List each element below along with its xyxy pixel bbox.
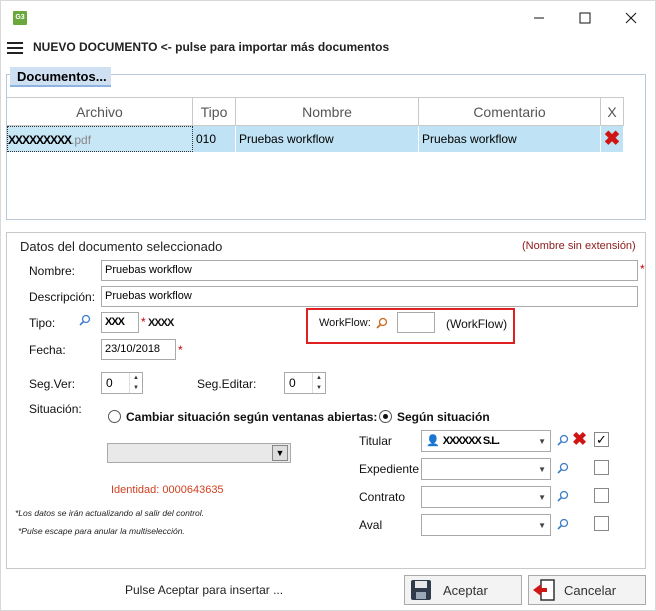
- stepper-arrows-icon[interactable]: ▲ ▼: [129, 373, 142, 393]
- expediente-checkbox[interactable]: [594, 460, 609, 475]
- chevron-down-icon[interactable]: ▼: [538, 465, 546, 474]
- contrato-label: Contrato: [359, 490, 406, 504]
- cancel-label: Cancelar: [564, 583, 617, 598]
- aval-checkbox[interactable]: [594, 516, 609, 531]
- aval-search-icon[interactable]: [557, 518, 569, 530]
- titular-label: Titular: [359, 434, 392, 448]
- tipo-label: Tipo:: [29, 316, 56, 330]
- column-header-tipo[interactable]: Tipo: [193, 97, 236, 126]
- descripcion-label: Descripción:: [29, 290, 96, 304]
- workflow-input[interactable]: [397, 312, 435, 333]
- page-title[interactable]: NUEVO DOCUMENTO <- pulse para importar m…: [33, 40, 389, 54]
- table-row[interactable]: XXXXXXXXX.pdf 010 Pruebas workflow Prueb…: [7, 126, 624, 152]
- titular-value: XXXXXX S.L.: [442, 435, 500, 447]
- save-icon: [411, 580, 431, 600]
- contrato-checkbox[interactable]: [594, 488, 609, 503]
- contrato-select[interactable]: ▼: [421, 486, 551, 508]
- footer-hint: Pulse Aceptar para insertar ...: [125, 583, 284, 597]
- titular-checkbox[interactable]: ✓: [594, 432, 609, 447]
- stepper-arrows-icon[interactable]: ▲ ▼: [312, 373, 325, 393]
- cell-archivo[interactable]: XXXXXXXXX.pdf: [7, 126, 193, 152]
- documents-grid: Archivo Tipo Nombre Comentario X XXXXXXX…: [7, 97, 624, 153]
- radio-segun-situacion-label[interactable]: Según situación: [397, 410, 490, 424]
- fecha-label: Fecha:: [29, 343, 66, 357]
- details-title: Datos del documento seleccionado: [20, 239, 223, 254]
- note-escape: *Pulse escape para anular la multiselecc…: [18, 526, 185, 536]
- accept-button[interactable]: Aceptar: [404, 575, 522, 605]
- close-window-button[interactable]: [608, 5, 654, 31]
- chevron-down-icon[interactable]: ▼: [538, 437, 546, 446]
- column-header-delete[interactable]: X: [601, 97, 624, 126]
- maximize-icon: [579, 12, 591, 24]
- workflow-search-icon[interactable]: [376, 317, 388, 329]
- column-header-comentario[interactable]: Comentario: [419, 97, 601, 126]
- nombre-input[interactable]: Pruebas workflow: [101, 260, 638, 281]
- segeditar-value: 0: [289, 376, 296, 390]
- radio-ventanas-abiertas[interactable]: [108, 410, 121, 423]
- segver-value: 0: [106, 376, 113, 390]
- delete-row-icon[interactable]: ✖: [601, 126, 624, 152]
- cell-nombre[interactable]: Pruebas workflow: [236, 126, 419, 152]
- identidad-text: Identidad: 0000643635: [111, 484, 224, 496]
- titular-search-icon[interactable]: [557, 434, 569, 446]
- required-marker: *: [141, 315, 146, 329]
- titular-clear-icon[interactable]: ✖: [572, 428, 587, 450]
- app-icon: G3: [13, 11, 27, 25]
- exit-door-icon: [533, 579, 555, 601]
- cell-comentario[interactable]: Pruebas workflow: [419, 126, 601, 152]
- archivo-name: XXXXXXXXX: [8, 133, 72, 147]
- situacion-select[interactable]: ▼: [107, 443, 291, 463]
- segeditar-stepper[interactable]: 0 ▲ ▼: [284, 372, 326, 394]
- expediente-search-icon[interactable]: [557, 462, 569, 474]
- required-marker: *: [178, 343, 183, 357]
- documents-panel-title: Documentos...: [10, 67, 111, 87]
- hamburger-menu-icon[interactable]: [7, 42, 23, 54]
- aval-select[interactable]: ▼: [421, 514, 551, 536]
- cancel-button[interactable]: Cancelar: [528, 575, 646, 605]
- workflow-label: WorkFlow:: [319, 317, 371, 329]
- accept-label: Aceptar: [443, 583, 488, 598]
- tipo-description: XXXX: [148, 317, 174, 329]
- tipo-search-icon[interactable]: [79, 314, 91, 326]
- maximize-button[interactable]: [562, 5, 608, 31]
- document-window: G3 NUEVO DOCUMENTO <- pulse para importa…: [0, 0, 656, 611]
- chevron-down-icon[interactable]: ▼: [538, 493, 546, 502]
- nombre-label: Nombre:: [29, 264, 76, 278]
- expediente-select[interactable]: ▼: [421, 458, 551, 480]
- titular-select[interactable]: 👤 XXXXXX S.L. ▼: [421, 430, 551, 452]
- descripcion-input[interactable]: Pruebas workflow: [101, 286, 638, 307]
- chevron-down-icon[interactable]: ▼: [272, 445, 288, 461]
- fecha-input[interactable]: 23/10/2018: [101, 339, 176, 360]
- close-icon: [625, 12, 637, 24]
- workflow-description: (WorkFlow): [446, 317, 508, 331]
- cell-tipo[interactable]: 010: [193, 126, 236, 152]
- minimize-icon: [534, 17, 544, 19]
- minimize-button[interactable]: [516, 5, 562, 31]
- tipo-code-input[interactable]: XXX: [101, 312, 139, 333]
- name-hint: (Nombre sin extensión): [522, 240, 636, 252]
- radio-ventanas-label[interactable]: Cambiar situación según ventanas abierta…: [126, 410, 377, 424]
- expediente-label: Expediente: [359, 462, 420, 476]
- aval-label: Aval: [359, 518, 383, 532]
- required-marker: *: [640, 262, 645, 276]
- archivo-extension: .pdf: [71, 133, 92, 147]
- column-header-archivo[interactable]: Archivo: [7, 97, 193, 126]
- segver-stepper[interactable]: 0 ▲ ▼: [101, 372, 143, 394]
- chevron-down-icon[interactable]: ▼: [538, 521, 546, 530]
- note-update: *Los datos se irán actualizando al salir…: [15, 508, 204, 518]
- person-icon: 👤: [426, 435, 440, 447]
- segver-label: Seg.Ver:: [29, 377, 76, 391]
- segeditar-label: Seg.Editar:: [197, 377, 257, 391]
- column-header-nombre[interactable]: Nombre: [236, 97, 419, 126]
- situacion-label: Situación:: [29, 402, 82, 416]
- radio-segun-situacion[interactable]: [379, 410, 392, 423]
- contrato-search-icon[interactable]: [557, 490, 569, 502]
